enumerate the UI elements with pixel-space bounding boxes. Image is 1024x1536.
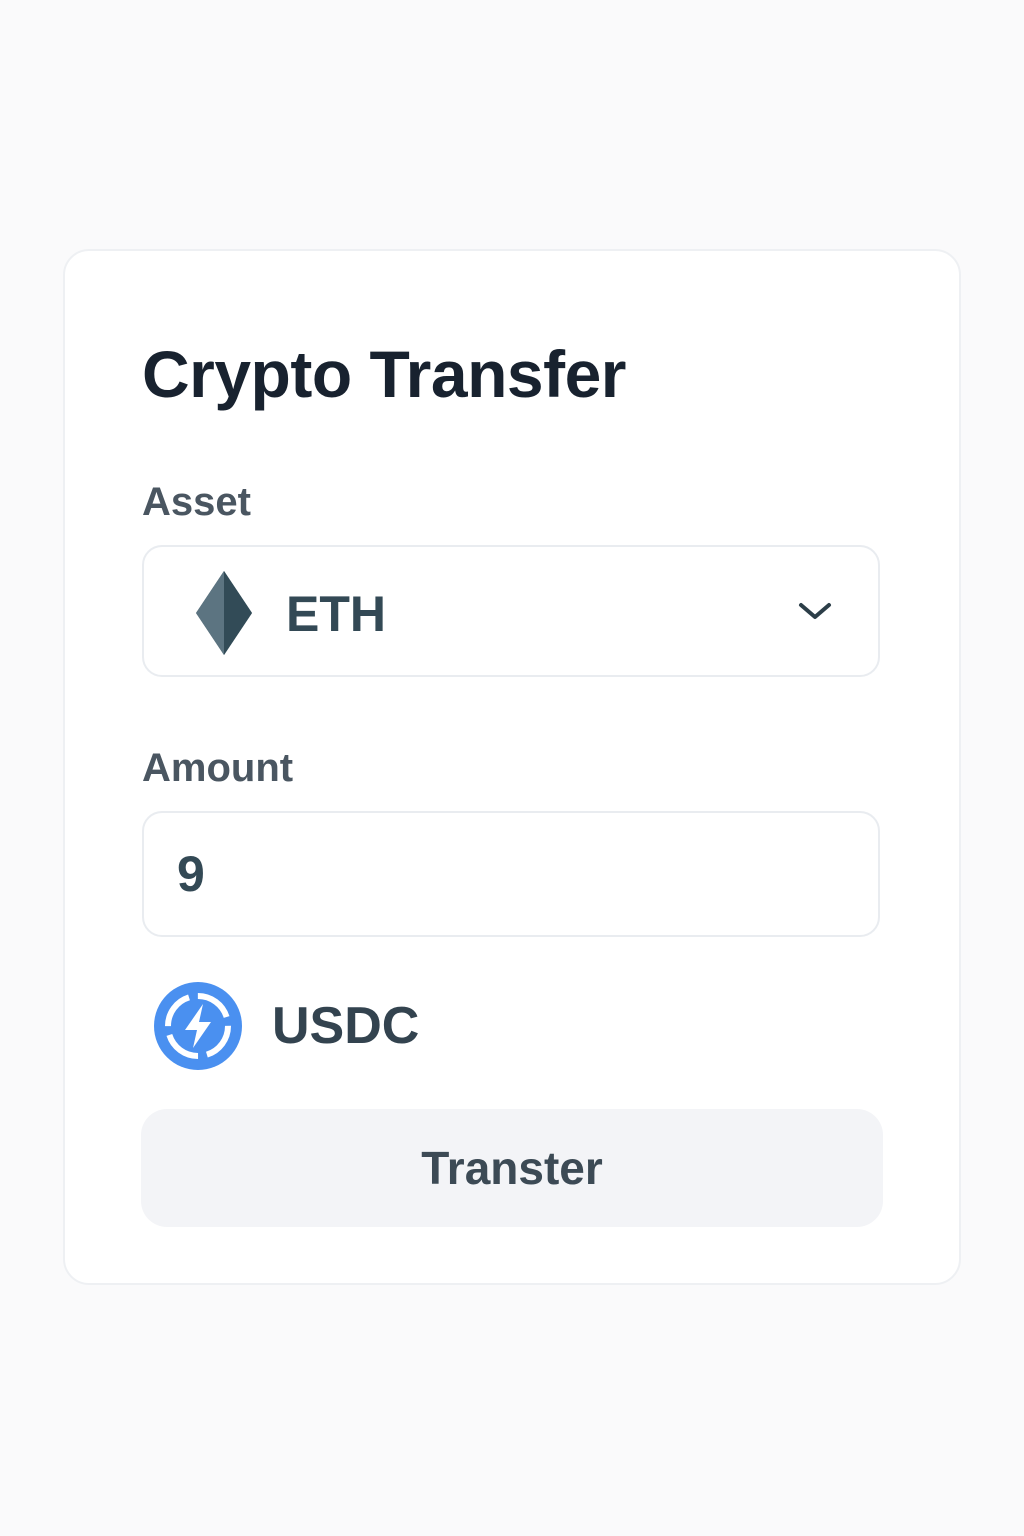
page-title: Crypto Transfer: [142, 337, 626, 411]
ethereum-icon: [196, 571, 252, 655]
token-row: USDC: [152, 980, 552, 1072]
token-label: USDC: [272, 997, 420, 1055]
asset-label: Asset: [142, 480, 251, 524]
usdc-icon: [154, 982, 242, 1070]
chevron-down-icon: [799, 603, 831, 619]
transfer-button[interactable]: Transter: [141, 1109, 883, 1227]
amount-label: Amount: [142, 746, 294, 790]
asset-selected-value: ETH: [286, 586, 386, 642]
amount-input[interactable]: [142, 811, 880, 937]
asset-select[interactable]: ETH: [142, 545, 880, 677]
